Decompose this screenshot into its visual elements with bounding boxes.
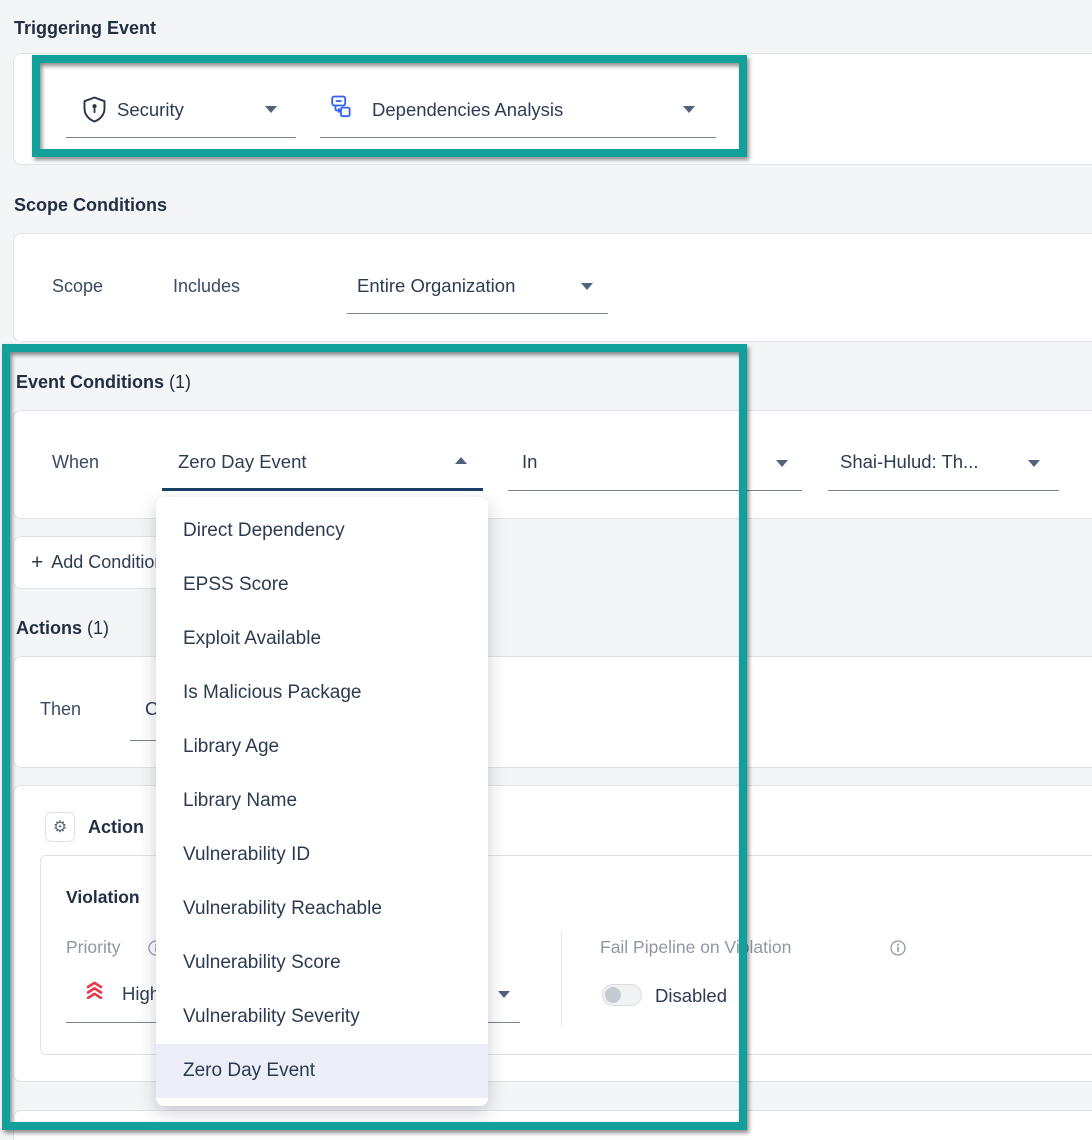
actions-count: (1) [87, 618, 109, 638]
dropdown-underline-active [162, 488, 483, 491]
security-shield-icon [83, 96, 106, 123]
scope-operator-label: Includes [173, 276, 240, 297]
gear-icon: ⚙ [45, 812, 75, 842]
dropdown-underline [320, 137, 716, 138]
chevron-down-icon[interactable] [683, 106, 695, 113]
plus-icon: + [31, 551, 43, 575]
fail-pipeline-state-label: Disabled [655, 985, 727, 1007]
menu-option[interactable]: Library Name [156, 774, 488, 828]
menu-option[interactable]: Vulnerability ID [156, 828, 488, 882]
dependencies-analysis-icon [329, 95, 352, 120]
chevron-down-icon[interactable] [265, 106, 277, 113]
condition-field-dropdown[interactable]: Zero Day Event [178, 451, 307, 473]
event-conditions-heading-text: Event Conditions [16, 372, 164, 392]
menu-option[interactable]: Library Age [156, 720, 488, 774]
fail-pipeline-toggle[interactable] [602, 984, 642, 1006]
event-conditions-count: (1) [169, 372, 191, 392]
trigger-type-dropdown[interactable]: Dependencies Analysis [372, 99, 563, 121]
add-condition-label: Add Condition [51, 552, 164, 573]
policy-editor-page: Triggering Event Security Dependencies A… [0, 0, 1092, 1140]
then-label: Then [40, 699, 81, 720]
action-card-title: Action [88, 817, 144, 838]
chevron-down-icon[interactable] [1028, 460, 1040, 467]
chevron-down-icon[interactable] [581, 283, 593, 290]
condition-operator-dropdown[interactable]: In [522, 451, 537, 473]
toggle-knob [605, 987, 621, 1003]
scope-label: Scope [52, 276, 103, 297]
menu-option[interactable]: Vulnerability Score [156, 936, 488, 990]
triggering-event-heading: Triggering Event [14, 18, 156, 39]
dropdown-underline [508, 490, 802, 491]
priority-high-icon [84, 981, 105, 999]
chevron-down-icon[interactable] [498, 991, 510, 998]
menu-option[interactable]: Direct Dependency [156, 504, 488, 558]
info-icon[interactable] [890, 940, 906, 956]
dropdown-underline [828, 490, 1059, 491]
trigger-category-dropdown[interactable]: Security [117, 99, 184, 121]
actions-heading-text: Actions [16, 618, 82, 638]
violation-title: Violation [66, 887, 140, 908]
condition-value-dropdown[interactable]: Shai-Hulud: Th... [840, 451, 978, 473]
menu-option[interactable]: Is Malicious Package [156, 666, 488, 720]
condition-field-dropdown-menu: Direct Dependency EPSS Score Exploit Ava… [156, 497, 488, 1106]
vertical-divider [561, 931, 562, 1026]
actions-heading: Actions (1) [16, 618, 109, 639]
menu-option[interactable]: Exploit Available [156, 612, 488, 666]
fail-pipeline-label: Fail Pipeline on Violation [600, 937, 791, 958]
dropdown-underline [347, 313, 608, 314]
next-section-card [13, 1110, 1092, 1140]
menu-option[interactable]: EPSS Score [156, 558, 488, 612]
menu-option[interactable]: Vulnerability Severity [156, 990, 488, 1044]
chevron-down-icon[interactable] [776, 460, 788, 467]
scope-conditions-heading: Scope Conditions [14, 195, 167, 216]
chevron-up-icon[interactable] [455, 457, 467, 464]
menu-option-selected[interactable]: Zero Day Event [156, 1044, 488, 1098]
priority-dropdown[interactable]: High [122, 983, 160, 1005]
dropdown-underline [66, 137, 296, 138]
when-label: When [52, 452, 99, 473]
scope-value-dropdown[interactable]: Entire Organization [357, 275, 515, 297]
event-conditions-heading: Event Conditions (1) [16, 372, 191, 393]
priority-label: Priority [66, 937, 120, 958]
menu-option[interactable]: Vulnerability Reachable [156, 882, 488, 936]
